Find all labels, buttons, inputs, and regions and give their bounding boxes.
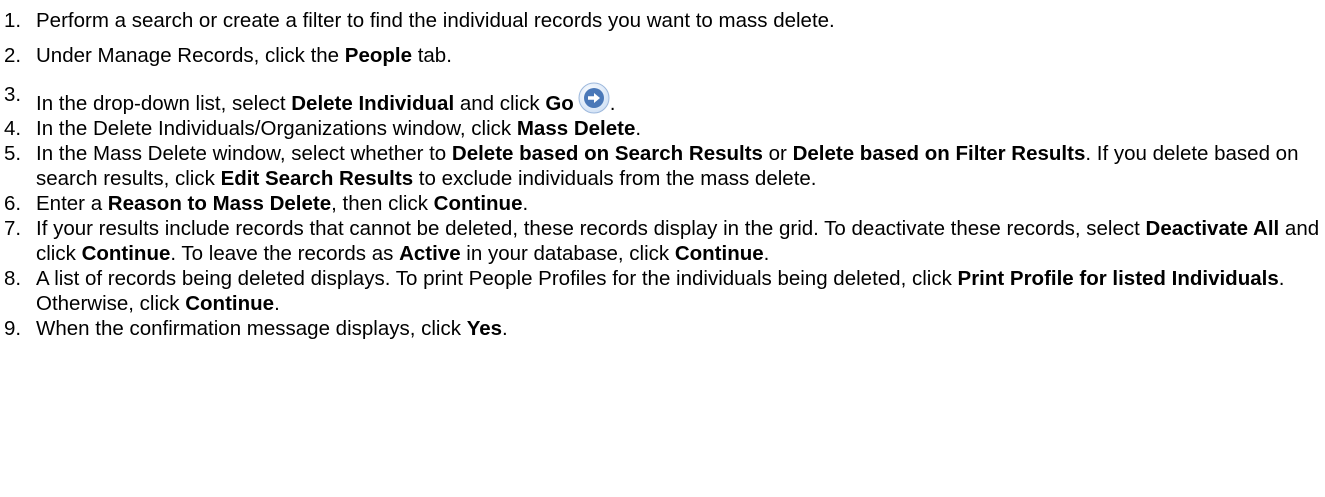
step-text-run: tab. (412, 44, 452, 67)
step-text-run: . (763, 242, 770, 265)
step-text-run: Perform a search or create a filter to f… (36, 9, 835, 32)
step-number: 1. (4, 9, 22, 32)
step-text-run: In the drop-down list, select (36, 92, 292, 115)
step-number: 4. (4, 117, 22, 140)
step-number: 6. (4, 192, 22, 215)
step-text: In the Mass Delete window, select whethe… (36, 141, 1325, 191)
step-text-run: and click (454, 92, 546, 115)
ui-term: Continue (81, 242, 171, 265)
ui-term: Mass Delete (516, 117, 636, 140)
step-item: 4. In the Delete Individuals/Organization… (0, 116, 1325, 141)
instruction-steps-list: 1. Perform a search or create a filter to… (0, 0, 1325, 341)
step-text: A list of records being deleted displays… (36, 266, 1325, 316)
step-text: Under Manage Records, click the People t… (36, 43, 1325, 68)
step-text-run: Enter a (36, 192, 108, 215)
step-number: 5. (4, 142, 22, 165)
step-text: In the drop-down list, select Delete Ind… (36, 82, 1325, 116)
ui-term: Continue (674, 242, 764, 265)
step-number: 8. (4, 267, 22, 290)
step-text: If your results include records that can… (36, 216, 1325, 266)
ui-term: Continue (185, 292, 275, 315)
ui-term: Reason to Mass Delete (107, 192, 332, 215)
ui-term: Deactivate All (1145, 217, 1280, 240)
step-text-run: to exclude individuals from the mass del… (413, 167, 817, 190)
ui-term: Delete based on Search Results (451, 142, 763, 165)
ui-term: Edit Search Results (220, 167, 414, 190)
step-text-run: In the Mass Delete window, select whethe… (36, 142, 452, 165)
ui-term: Delete Individual (291, 92, 455, 115)
step-item: 6. Enter a Reason to Mass Delete, then cl… (0, 191, 1325, 216)
step-text: Enter a Reason to Mass Delete, then clic… (36, 191, 1325, 216)
step-text-run: When the confirmation message displays, … (36, 317, 467, 340)
step-number: 7. (4, 217, 22, 240)
step-text-run: . (274, 292, 280, 315)
step-number: 3. (4, 83, 22, 106)
ui-term: Delete based on Filter Results (792, 142, 1086, 165)
step-text-run: . (635, 117, 642, 140)
step-item: 3. In the drop-down list, select Delete I… (0, 82, 1325, 116)
ui-term: Go (545, 92, 574, 115)
step-item: 9. When the confirmation message displays… (0, 316, 1325, 341)
step-text-run: , then click (331, 192, 434, 215)
step-item: 1. Perform a search or create a filter to… (0, 8, 1325, 33)
step-text-run: or (762, 142, 793, 165)
step-item: 7. If your results include records that c… (0, 216, 1325, 266)
step-text: In the Delete Individuals/Organizations … (36, 116, 1325, 141)
step-text-run: . (609, 92, 616, 115)
step-text: Perform a search or create a filter to f… (36, 8, 1325, 33)
step-text-run: A list of records being deleted displays… (36, 267, 958, 290)
step-text-run: . (502, 317, 508, 340)
step-text-run: . To leave the records as (170, 242, 400, 265)
step-number: 9. (4, 317, 22, 340)
step-item: 2. Under Manage Records, click the People… (0, 43, 1325, 68)
ui-term: Yes (466, 317, 503, 340)
step-text-run: in your database, click (460, 242, 675, 265)
step-number: 2. (4, 44, 22, 67)
step-text-run: In the Delete Individuals/Organizations … (36, 117, 517, 140)
ui-term: Active (399, 242, 461, 265)
step-text-run: If your results include records that can… (36, 217, 1146, 240)
ui-term: People (344, 44, 412, 67)
go-arrow-icon (578, 82, 610, 114)
step-text-run: Under Manage Records, click the (36, 44, 345, 67)
step-item: 5. In the Mass Delete window, select whet… (0, 141, 1325, 191)
step-text: When the confirmation message displays, … (36, 316, 1325, 341)
step-text-run: . (522, 192, 529, 215)
ui-term: Print Profile for listed Individuals (957, 267, 1279, 290)
ui-term: Continue (433, 192, 523, 215)
step-item: 8. A list of records being deleted displa… (0, 266, 1325, 316)
